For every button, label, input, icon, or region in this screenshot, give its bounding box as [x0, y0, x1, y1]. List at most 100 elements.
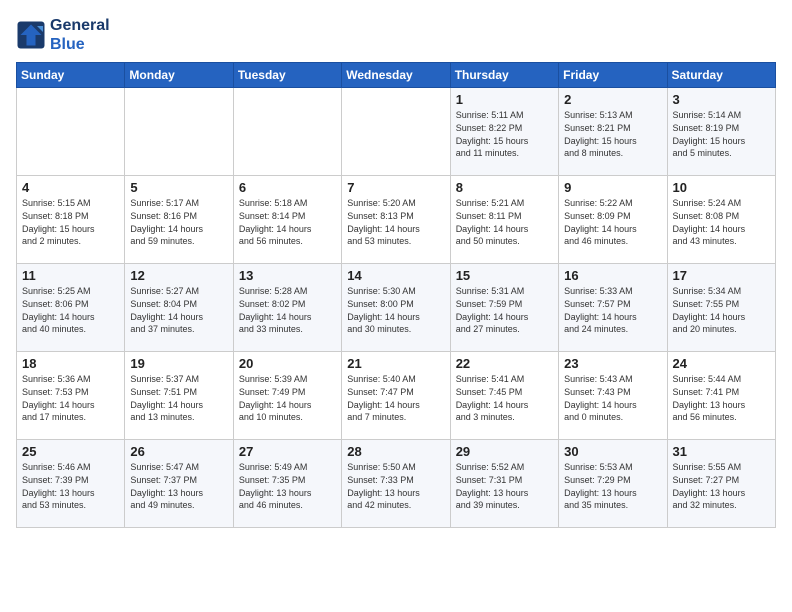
day-cell [342, 88, 450, 176]
week-row-3: 11 Sunrise: 5:25 AM Sunset: 8:06 PM Dayli… [17, 264, 776, 352]
day-number: 25 [22, 444, 119, 459]
day-number: 26 [130, 444, 227, 459]
day-cell: 4 Sunrise: 5:15 AM Sunset: 8:18 PM Daylig… [17, 176, 125, 264]
weekday-header-friday: Friday [559, 63, 667, 88]
page-header: General Blue [16, 16, 776, 54]
day-cell: 13Sunrise: 5:28 AM Sunset: 8:02 PM Dayli… [233, 264, 341, 352]
day-cell: 8Sunrise: 5:21 AM Sunset: 8:11 PM Daylig… [450, 176, 558, 264]
day-cell: 22 Sunrise: 5:41 AM Sunset: 7:45 PM Dayli… [450, 352, 558, 440]
day-number: 16 [564, 268, 661, 283]
day-cell [233, 88, 341, 176]
day-info: Sunrise: 5:41 AM Sunset: 7:45 PM Dayligh… [456, 373, 553, 423]
day-cell: 31 Sunrise: 5:55 AM Sunset: 7:27 PM Dayli… [667, 440, 775, 528]
day-info: Sunrise: 5:55 AM Sunset: 7:27 PM Dayligh… [673, 461, 770, 511]
day-info: Sunrise: 5:46 AM Sunset: 7:39 PM Dayligh… [22, 461, 119, 511]
day-info: Sunrise: 5:44 AM Sunset: 7:41 PM Dayligh… [673, 373, 770, 423]
day-number: 21 [347, 356, 444, 371]
day-cell: 9Sunrise: 5:22 AM Sunset: 8:09 PM Daylig… [559, 176, 667, 264]
day-info: Sunrise: 5:36 AM Sunset: 7:53 PM Dayligh… [22, 373, 119, 423]
day-cell: 3 Sunrise: 5:14 AM Sunset: 8:19 PM Daylig… [667, 88, 775, 176]
day-number: 15 [456, 268, 553, 283]
week-row-1: 1 Sunrise: 5:11 AM Sunset: 8:22 PM Daylig… [17, 88, 776, 176]
day-info: Sunrise: 5:33 AM Sunset: 7:57 PM Dayligh… [564, 285, 661, 335]
logo-icon [16, 20, 46, 50]
logo: General Blue [16, 16, 110, 54]
day-info: Sunrise: 5:17 AM Sunset: 8:16 PM Dayligh… [130, 197, 227, 247]
day-number: 14 [347, 268, 444, 283]
day-info: Sunrise: 5:40 AM Sunset: 7:47 PM Dayligh… [347, 373, 444, 423]
day-info: Sunrise: 5:49 AM Sunset: 7:35 PM Dayligh… [239, 461, 336, 511]
day-number: 27 [239, 444, 336, 459]
day-number: 11 [22, 268, 119, 283]
day-cell: 5Sunrise: 5:17 AM Sunset: 8:16 PM Daylig… [125, 176, 233, 264]
day-info: Sunrise: 5:18 AM Sunset: 8:14 PM Dayligh… [239, 197, 336, 247]
day-info: Sunrise: 5:34 AM Sunset: 7:55 PM Dayligh… [673, 285, 770, 335]
day-number: 2 [564, 92, 661, 107]
logo-text: General Blue [50, 16, 110, 54]
day-info: Sunrise: 5:43 AM Sunset: 7:43 PM Dayligh… [564, 373, 661, 423]
day-cell: 16 Sunrise: 5:33 AM Sunset: 7:57 PM Dayli… [559, 264, 667, 352]
weekday-header-wednesday: Wednesday [342, 63, 450, 88]
day-info: Sunrise: 5:20 AM Sunset: 8:13 PM Dayligh… [347, 197, 444, 247]
day-cell: 30 Sunrise: 5:53 AM Sunset: 7:29 PM Dayli… [559, 440, 667, 528]
weekday-header-monday: Monday [125, 63, 233, 88]
day-info: Sunrise: 5:47 AM Sunset: 7:37 PM Dayligh… [130, 461, 227, 511]
day-info: Sunrise: 5:21 AM Sunset: 8:11 PM Dayligh… [456, 197, 553, 247]
week-row-2: 4 Sunrise: 5:15 AM Sunset: 8:18 PM Daylig… [17, 176, 776, 264]
day-number: 24 [673, 356, 770, 371]
day-number: 3 [673, 92, 770, 107]
day-cell: 19 Sunrise: 5:37 AM Sunset: 7:51 PM Dayli… [125, 352, 233, 440]
day-info: Sunrise: 5:25 AM Sunset: 8:06 PM Dayligh… [22, 285, 119, 335]
day-cell: 24 Sunrise: 5:44 AM Sunset: 7:41 PM Dayli… [667, 352, 775, 440]
day-number: 18 [22, 356, 119, 371]
day-cell: 1 Sunrise: 5:11 AM Sunset: 8:22 PM Daylig… [450, 88, 558, 176]
weekday-header-tuesday: Tuesday [233, 63, 341, 88]
day-cell: 10 Sunrise: 5:24 AM Sunset: 8:08 PM Dayli… [667, 176, 775, 264]
day-info: Sunrise: 5:11 AM Sunset: 8:22 PM Dayligh… [456, 109, 553, 159]
week-row-5: 25 Sunrise: 5:46 AM Sunset: 7:39 PM Dayli… [17, 440, 776, 528]
calendar-body: 1 Sunrise: 5:11 AM Sunset: 8:22 PM Daylig… [17, 88, 776, 528]
day-cell: 26 Sunrise: 5:47 AM Sunset: 7:37 PM Dayli… [125, 440, 233, 528]
day-info: Sunrise: 5:27 AM Sunset: 8:04 PM Dayligh… [130, 285, 227, 335]
day-cell [125, 88, 233, 176]
day-cell: 18 Sunrise: 5:36 AM Sunset: 7:53 PM Dayli… [17, 352, 125, 440]
day-number: 10 [673, 180, 770, 195]
weekday-header-saturday: Saturday [667, 63, 775, 88]
day-number: 1 [456, 92, 553, 107]
day-cell: 12 Sunrise: 5:27 AM Sunset: 8:04 PM Dayli… [125, 264, 233, 352]
day-info: Sunrise: 5:22 AM Sunset: 8:09 PM Dayligh… [564, 197, 661, 247]
day-cell: 20Sunrise: 5:39 AM Sunset: 7:49 PM Dayli… [233, 352, 341, 440]
day-number: 19 [130, 356, 227, 371]
week-row-4: 18 Sunrise: 5:36 AM Sunset: 7:53 PM Dayli… [17, 352, 776, 440]
day-info: Sunrise: 5:30 AM Sunset: 8:00 PM Dayligh… [347, 285, 444, 335]
day-cell: 29Sunrise: 5:52 AM Sunset: 7:31 PM Dayli… [450, 440, 558, 528]
day-cell: 15 Sunrise: 5:31 AM Sunset: 7:59 PM Dayli… [450, 264, 558, 352]
day-cell: 21 Sunrise: 5:40 AM Sunset: 7:47 PM Dayli… [342, 352, 450, 440]
day-info: Sunrise: 5:31 AM Sunset: 7:59 PM Dayligh… [456, 285, 553, 335]
day-number: 23 [564, 356, 661, 371]
day-info: Sunrise: 5:15 AM Sunset: 8:18 PM Dayligh… [22, 197, 119, 247]
day-number: 22 [456, 356, 553, 371]
day-cell: 23 Sunrise: 5:43 AM Sunset: 7:43 PM Dayli… [559, 352, 667, 440]
day-number: 12 [130, 268, 227, 283]
day-cell: 25 Sunrise: 5:46 AM Sunset: 7:39 PM Dayli… [17, 440, 125, 528]
day-number: 30 [564, 444, 661, 459]
day-number: 20 [239, 356, 336, 371]
day-cell: 11 Sunrise: 5:25 AM Sunset: 8:06 PM Dayli… [17, 264, 125, 352]
day-number: 31 [673, 444, 770, 459]
day-cell: 14 Sunrise: 5:30 AM Sunset: 8:00 PM Dayli… [342, 264, 450, 352]
day-cell [17, 88, 125, 176]
day-number: 7 [347, 180, 444, 195]
day-cell: 6Sunrise: 5:18 AM Sunset: 8:14 PM Daylig… [233, 176, 341, 264]
day-cell: 27 Sunrise: 5:49 AM Sunset: 7:35 PM Dayli… [233, 440, 341, 528]
day-info: Sunrise: 5:53 AM Sunset: 7:29 PM Dayligh… [564, 461, 661, 511]
day-cell: 28Sunrise: 5:50 AM Sunset: 7:33 PM Dayli… [342, 440, 450, 528]
day-cell: 17Sunrise: 5:34 AM Sunset: 7:55 PM Dayli… [667, 264, 775, 352]
day-info: Sunrise: 5:14 AM Sunset: 8:19 PM Dayligh… [673, 109, 770, 159]
weekday-header-row: SundayMondayTuesdayWednesdayThursdayFrid… [17, 63, 776, 88]
day-info: Sunrise: 5:52 AM Sunset: 7:31 PM Dayligh… [456, 461, 553, 511]
day-info: Sunrise: 5:37 AM Sunset: 7:51 PM Dayligh… [130, 373, 227, 423]
day-number: 13 [239, 268, 336, 283]
day-number: 4 [22, 180, 119, 195]
day-info: Sunrise: 5:24 AM Sunset: 8:08 PM Dayligh… [673, 197, 770, 247]
